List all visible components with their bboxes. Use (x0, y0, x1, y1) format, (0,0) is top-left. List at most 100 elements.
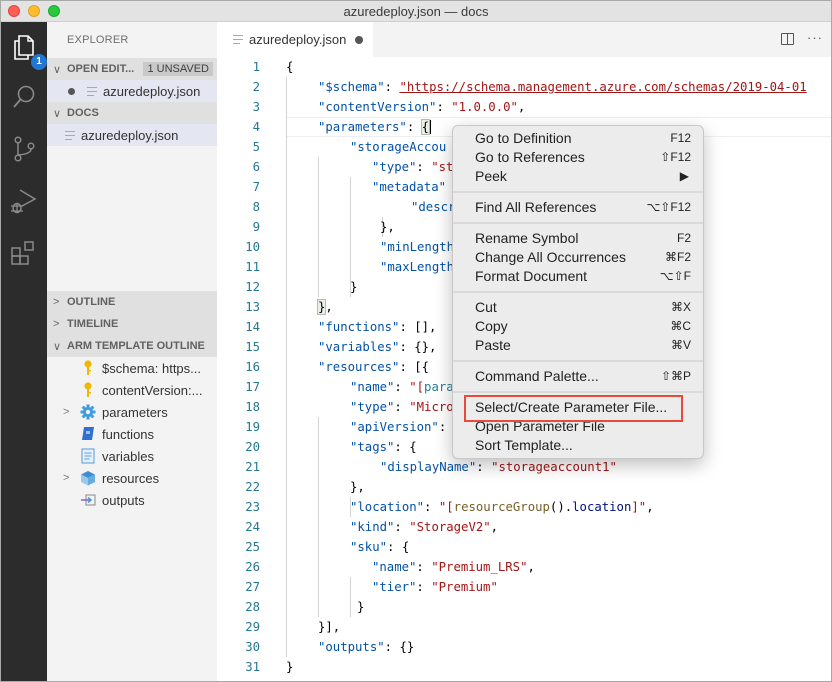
menu-separator (453, 391, 703, 393)
shortcut: ⌥⇧F (659, 269, 691, 283)
shortcut: ⌘X (670, 300, 691, 314)
split-editor-icon[interactable] (781, 33, 794, 45)
json-key: "outputs" (318, 640, 385, 654)
text-cursor (429, 120, 432, 134)
unsaved-dot-icon[interactable] (355, 35, 364, 44)
sidebar: EXPLORER ∨ OPEN EDIT... 1 UNSAVED azured… (47, 22, 217, 681)
line-number: 3 (252, 100, 260, 114)
activity-bar: 1 (1, 22, 47, 681)
json-key: "tier" (372, 580, 417, 594)
shortcut: ⌘C (670, 319, 691, 333)
docs-file-item[interactable]: azuredeploy.json (47, 124, 217, 146)
context-menu: Go to Definition F12 Go to References ⇧F12… (452, 125, 704, 459)
activity-explorer[interactable]: 1 (9, 32, 47, 70)
outline-label-outputs: outputs (102, 492, 145, 508)
timeline-section-header[interactable]: > TIMELINE (47, 313, 217, 335)
menu-item-sort-template[interactable]: Sort Template... (453, 436, 703, 455)
arm-outline-section-header[interactable]: ∨ ARM TEMPLATE OUTLINE (47, 335, 217, 357)
menu-item-find-all-references[interactable]: Find All References ⌥⇧F12 (453, 198, 703, 217)
explorer-empty-space (47, 146, 217, 291)
chevron-right-icon[interactable]: > (63, 406, 69, 418)
menu-item-change-all-occurrences[interactable]: Change All Occurrences ⌘F2 (453, 248, 703, 267)
outline-item-outputs[interactable]: outputs (47, 489, 217, 511)
outline-label-schema: $schema: https... (102, 360, 201, 376)
shortcut: ⇧⌘P (660, 369, 691, 383)
json-key: "variables" (318, 340, 400, 354)
more-actions-icon[interactable]: ··· (807, 30, 823, 45)
outline-label-functions: functions (102, 426, 155, 442)
menu-item-copy[interactable]: Copy ⌘C (453, 317, 703, 336)
json-key: "type" (372, 160, 417, 174)
line-number: 22 (245, 480, 260, 494)
outline-item-schema[interactable]: $schema: https... (47, 357, 217, 379)
outline-label-content-version: contentVersion:... (102, 382, 203, 398)
document-icon (80, 448, 96, 464)
json-string: "1.0.0.0" (451, 100, 518, 114)
line-number: 27 (245, 580, 260, 594)
line-number: 20 (245, 440, 260, 454)
json-string: "[ (409, 380, 425, 394)
run-debug-icon (11, 189, 37, 214)
line-number: 11 (245, 260, 260, 274)
activity-source-control[interactable] (9, 134, 39, 164)
menu-item-format-document[interactable]: Format Document ⌥⇧F (453, 267, 703, 286)
line-number: 5 (252, 140, 260, 154)
outline-item-functions[interactable]: functions (47, 423, 217, 445)
line-number: 29 (245, 620, 260, 634)
menu-item-rename-symbol[interactable]: Rename Symbol F2 (453, 229, 703, 248)
code-line: 3 "contentVersion": "1.0.0.0", (217, 97, 831, 117)
line-number: 18 (245, 400, 260, 414)
extensions-icon (11, 241, 34, 265)
key-icon (80, 382, 96, 398)
json-key: "metadata" (372, 180, 447, 194)
function-scroll-icon (80, 426, 96, 442)
line-number: 31 (245, 660, 260, 674)
shortcut: F12 (670, 131, 691, 145)
open-editors-section-header[interactable]: ∨ OPEN EDIT... 1 UNSAVED (47, 58, 217, 80)
code-line: 26 "name": "Premium_LRS", (217, 557, 831, 577)
json-key: "name" (372, 560, 417, 574)
outline-item-parameters[interactable]: > parameters (47, 401, 217, 423)
activity-run-debug[interactable] (9, 186, 39, 216)
sidebar-title: EXPLORER (67, 34, 129, 46)
outline-section-header[interactable]: > OUTLINE (47, 291, 217, 313)
json-key: "maxLength (380, 260, 455, 274)
submenu-arrow-icon: ▶ (679, 169, 689, 183)
tab-label: azuredeploy.json (249, 32, 347, 47)
activity-extensions[interactable] (9, 238, 39, 268)
json-string: "Micro (409, 400, 454, 414)
json-key: "displayName" (380, 460, 477, 474)
code-line: 24 "kind": "StorageV2", (217, 517, 831, 537)
open-editor-item[interactable]: azuredeploy.json (47, 80, 217, 102)
outline-item-variables[interactable]: variables (47, 445, 217, 467)
docs-folder-label: DOCS (67, 107, 99, 119)
json-key: "storageAccou (350, 140, 447, 154)
menu-item-go-to-definition[interactable]: Go to Definition F12 (453, 129, 703, 148)
line-number: 1 (252, 60, 260, 74)
code-line: 22}, (217, 477, 831, 497)
json-key: "name" (350, 380, 395, 394)
json-string-link[interactable]: "https://schema.management.azure.com/sch… (399, 80, 806, 94)
line-number: 2 (252, 80, 260, 94)
menu-item-paste[interactable]: Paste ⌘V (453, 336, 703, 355)
docs-section-header[interactable]: ∨ DOCS (47, 102, 217, 124)
unsaved-dot-icon[interactable] (68, 87, 75, 95)
json-key: "descr (411, 200, 456, 214)
activity-search[interactable] (9, 82, 39, 112)
outline-item-content-version[interactable]: contentVersion:... (47, 379, 217, 401)
tab-azuredeploy-json[interactable]: azuredeploy.json (217, 22, 373, 57)
menu-item-go-to-references[interactable]: Go to References ⇧F12 (453, 148, 703, 167)
json-file-icon (87, 86, 97, 96)
menu-item-peek[interactable]: Peek ▶ (453, 167, 703, 186)
menu-item-command-palette[interactable]: Command Palette... ⇧⌘P (453, 367, 703, 386)
line-number: 28 (245, 600, 260, 614)
template-expression: para (424, 380, 454, 394)
json-key: "resources" (318, 360, 400, 374)
menu-item-cut[interactable]: Cut ⌘X (453, 298, 703, 317)
chevron-right-icon[interactable]: > (63, 472, 69, 484)
line-number: 21 (245, 460, 260, 474)
shortcut: ⌘F2 (664, 250, 691, 264)
outline-item-resources[interactable]: > resources (47, 467, 217, 489)
open-editor-filename: azuredeploy.json (103, 83, 201, 99)
json-string: "st (431, 160, 454, 174)
